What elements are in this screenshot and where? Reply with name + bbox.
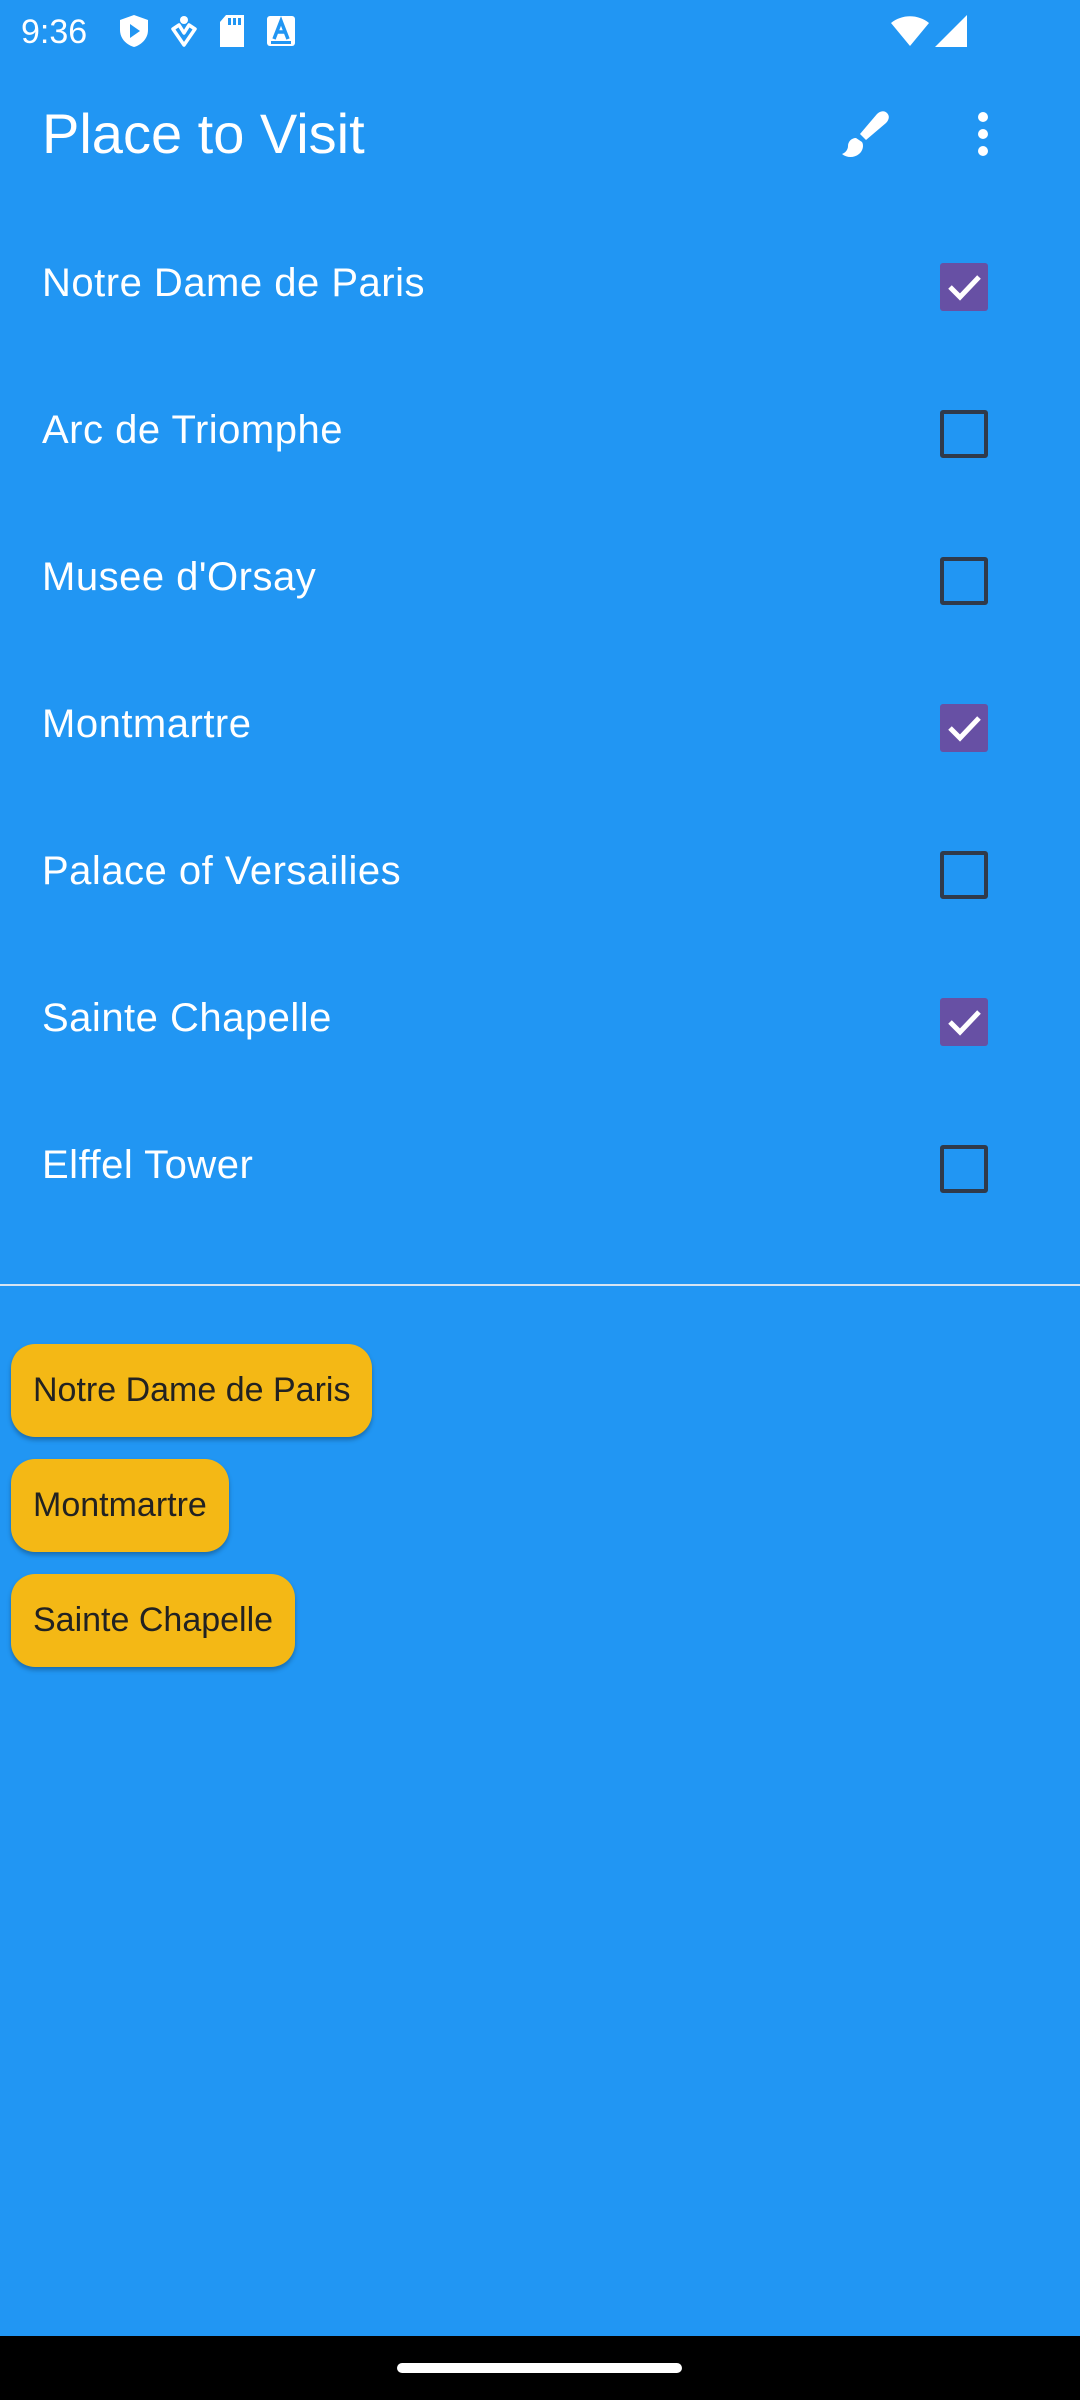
place-label: Arc de Triomphe xyxy=(42,408,343,452)
brush-button[interactable] xyxy=(831,101,901,171)
place-label: Sainte Chapelle xyxy=(42,996,332,1040)
selected-place-chip[interactable]: Montmartre xyxy=(11,1459,229,1552)
status-icons-left xyxy=(118,13,296,49)
place-label: Musee d'Orsay xyxy=(42,555,317,599)
check-icon xyxy=(948,275,981,301)
list-item[interactable]: Elffel Tower xyxy=(0,1092,1080,1239)
list-item[interactable]: Sainte Chapelle xyxy=(0,945,1080,1092)
place-checkbox[interactable] xyxy=(940,851,988,899)
more-options-button[interactable] xyxy=(948,101,1018,171)
navigation-bar xyxy=(0,2336,1080,2400)
list-item[interactable]: Montmartre xyxy=(0,651,1080,798)
place-label: Montmartre xyxy=(42,702,252,746)
list-item[interactable]: Palace of Versailies xyxy=(0,798,1080,945)
place-checkbox[interactable] xyxy=(940,557,988,605)
status-bar: 9:36 xyxy=(0,0,1080,63)
list-item[interactable]: Arc de Triomphe xyxy=(0,357,1080,504)
check-icon xyxy=(948,1010,981,1036)
place-checkbox[interactable] xyxy=(940,998,988,1046)
place-checkbox[interactable] xyxy=(940,704,988,752)
status-time: 9:36 xyxy=(21,13,88,51)
selected-place-chip[interactable]: Sainte Chapelle xyxy=(11,1574,296,1667)
place-label: Palace of Versailies xyxy=(42,849,402,893)
more-vert-icon xyxy=(973,110,993,163)
fitness-icon xyxy=(170,15,198,47)
sd-card-icon xyxy=(218,14,246,48)
page-title: Place to Visit xyxy=(42,102,365,165)
home-gesture-handle[interactable] xyxy=(397,2363,682,2373)
places-list: Notre Dame de Paris Arc de Triomphe Muse… xyxy=(0,210,1080,1239)
text-a-icon xyxy=(266,15,296,47)
selected-chips: Notre Dame de Paris Montmartre Sainte Ch… xyxy=(11,1344,1071,1689)
place-label: Elffel Tower xyxy=(42,1143,254,1187)
place-label: Notre Dame de Paris xyxy=(42,261,425,305)
status-icons-right xyxy=(890,13,968,49)
divider xyxy=(0,1284,1080,1286)
list-item[interactable]: Musee d'Orsay xyxy=(0,504,1080,651)
wifi-icon xyxy=(890,15,930,47)
place-checkbox[interactable] xyxy=(940,263,988,311)
selected-place-chip[interactable]: Notre Dame de Paris xyxy=(11,1344,373,1437)
place-checkbox[interactable] xyxy=(940,410,988,458)
shield-icon xyxy=(118,14,150,48)
place-checkbox[interactable] xyxy=(940,1145,988,1193)
signal-icon xyxy=(934,14,968,48)
app-bar: Place to Visit xyxy=(0,63,1080,210)
brush-icon xyxy=(840,108,892,165)
check-icon xyxy=(948,716,981,742)
list-item[interactable]: Notre Dame de Paris xyxy=(0,210,1080,357)
